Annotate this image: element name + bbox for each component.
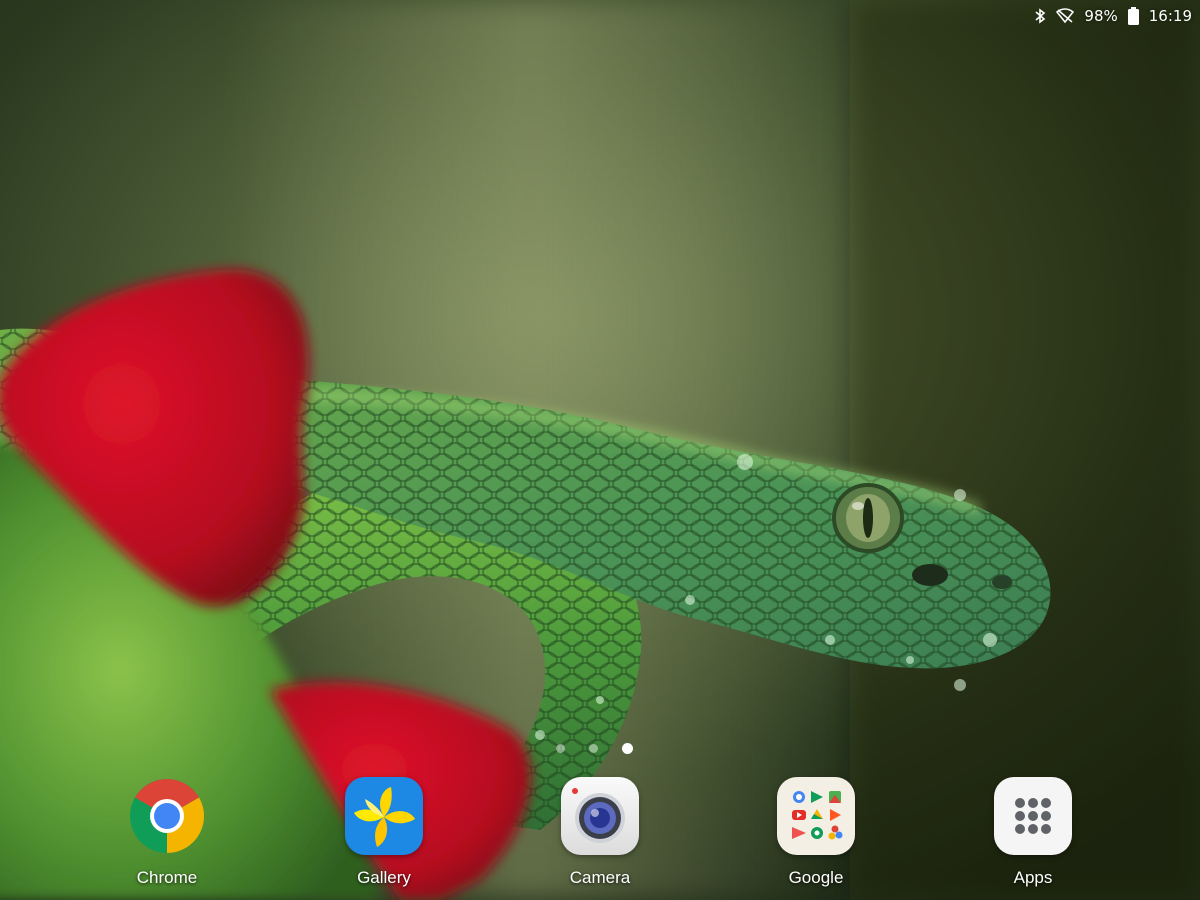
app-label-google: Google (788, 868, 844, 887)
app-label-camera: Camera (569, 868, 631, 887)
page-indicator[interactable] (556, 743, 633, 754)
app-camera[interactable]: Camera (530, 776, 670, 888)
app-label-chrome: Chrome (136, 868, 198, 887)
app-chrome[interactable]: Chrome (97, 776, 237, 888)
app-dock: Chrome Gallery Camera Google Apps (0, 770, 1200, 900)
app-label-gallery: Gallery (357, 868, 411, 887)
home-screen: 98% 16:19 Chrome Gallery Camera Google A… (0, 0, 1200, 900)
app-drawer[interactable]: Apps (963, 776, 1103, 888)
page-dot-1[interactable] (556, 744, 565, 753)
app-google-folder[interactable]: Google (746, 776, 886, 888)
app-gallery[interactable]: Gallery (314, 776, 454, 888)
google-folder-icon[interactable] (776, 776, 856, 856)
clock: 16:19 (1148, 7, 1192, 25)
battery-percent: 98% (1084, 7, 1118, 25)
no-signal-icon (1056, 8, 1075, 24)
gallery-icon[interactable] (344, 776, 424, 856)
wallpaper (0, 0, 1200, 900)
battery-icon (1127, 7, 1139, 25)
camera-icon[interactable] (560, 776, 640, 856)
chrome-icon[interactable] (127, 776, 207, 856)
bluetooth-icon (1034, 8, 1046, 24)
apps-grid-icon[interactable] (993, 776, 1073, 856)
app-label-apps: Apps (1013, 868, 1053, 887)
page-dot-2[interactable] (589, 744, 598, 753)
status-bar: 98% 16:19 (932, 0, 1200, 32)
page-dot-3[interactable] (622, 743, 633, 754)
